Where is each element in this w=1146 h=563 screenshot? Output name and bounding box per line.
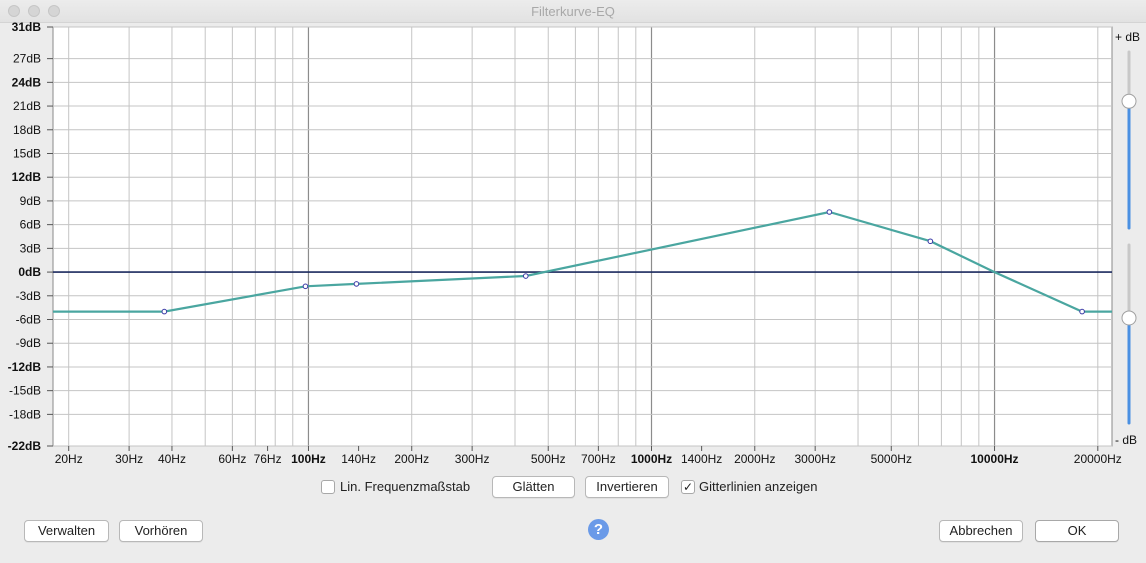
preview-button[interactable]: Vorhören xyxy=(119,520,203,542)
y-tick-label: -3dB xyxy=(16,289,41,303)
x-tick-label: 3000Hz xyxy=(794,452,835,466)
x-tick-label: 1400Hz xyxy=(681,452,722,466)
y-tick-label: -9dB xyxy=(16,336,41,350)
gridlines-label: Gitterlinien anzeigen xyxy=(699,479,818,494)
y-tick-label: -12dB xyxy=(8,360,42,374)
x-tick-label: 30Hz xyxy=(115,452,143,466)
eq-control-point[interactable] xyxy=(826,209,833,215)
lin-frequency-checkbox[interactable] xyxy=(321,480,335,494)
x-tick-label: 76Hz xyxy=(254,452,282,466)
y-tick-label: 27dB xyxy=(13,52,41,66)
eq-control-point[interactable] xyxy=(927,238,934,245)
y-tick-label: -6dB xyxy=(16,313,41,327)
y-tick-label: 21dB xyxy=(13,99,41,113)
x-tick-label: 40Hz xyxy=(158,452,186,466)
plot-area xyxy=(52,26,1113,447)
y-tick-label: -15dB xyxy=(9,384,41,398)
y-tick-label: 18dB xyxy=(13,123,41,137)
x-tick-label: 1000Hz xyxy=(631,452,672,466)
y-tick-label: 6dB xyxy=(20,218,41,232)
y-tick-label: 24dB xyxy=(12,75,42,89)
x-tick-label: 500Hz xyxy=(531,452,566,466)
x-tick-label: 100Hz xyxy=(291,452,326,466)
x-tick-label: 20Hz xyxy=(55,452,83,466)
y-tick-label: -22dB xyxy=(8,439,42,453)
eq-control-point[interactable] xyxy=(302,283,309,290)
help-button[interactable]: ? xyxy=(588,519,609,540)
y-tick-label: -18dB xyxy=(9,407,41,421)
y-tick-label: 3dB xyxy=(20,241,41,255)
gridlines-checkbox[interactable]: ✓ xyxy=(681,480,695,494)
x-tick-label: 700Hz xyxy=(581,452,616,466)
min-db-label: - dB xyxy=(1115,433,1137,447)
lin-frequency-label: Lin. Frequenzmaßstab xyxy=(340,479,471,494)
x-tick-label: 300Hz xyxy=(455,452,490,466)
eq-control-point[interactable] xyxy=(1079,308,1085,315)
x-tick-label: 60Hz xyxy=(218,452,246,466)
ok-button[interactable]: OK xyxy=(1035,520,1119,542)
y-tick-label: 15dB xyxy=(13,146,41,160)
x-tick-label: 200Hz xyxy=(394,452,429,466)
manage-button[interactable]: Verwalten xyxy=(24,520,109,542)
min-db-slider-knob[interactable] xyxy=(1121,310,1137,326)
invert-button[interactable]: Invertieren xyxy=(585,476,669,498)
x-tick-label: 140Hz xyxy=(341,452,376,466)
y-tick-label: 12dB xyxy=(12,170,42,184)
cancel-button[interactable]: Abbrechen xyxy=(939,520,1023,542)
max-db-slider-knob[interactable] xyxy=(1121,93,1137,109)
y-tick-label: 9dB xyxy=(20,194,41,208)
max-db-label: + dB xyxy=(1115,30,1140,44)
x-tick-label: 20000Hz xyxy=(1074,452,1122,466)
x-tick-label: 5000Hz xyxy=(871,452,912,466)
smooth-button[interactable]: Glätten xyxy=(492,476,575,498)
y-tick-label: 31dB xyxy=(12,20,42,34)
eq-control-point[interactable] xyxy=(353,281,360,287)
eq-control-point[interactable] xyxy=(161,308,168,315)
x-tick-label: 2000Hz xyxy=(734,452,775,466)
eq-control-point[interactable] xyxy=(522,273,529,279)
y-tick-label: 0dB xyxy=(18,265,41,279)
x-tick-label: 10000Hz xyxy=(971,452,1019,466)
